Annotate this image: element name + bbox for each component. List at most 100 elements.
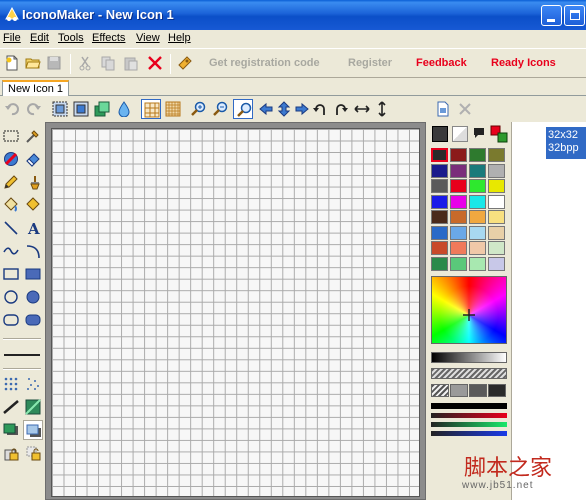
select-all-button[interactable] (50, 99, 70, 119)
line-tool[interactable] (1, 218, 21, 238)
arc-tool[interactable] (23, 241, 43, 261)
color-swatch[interactable] (431, 210, 448, 224)
fill-tool[interactable] (1, 195, 21, 215)
brush-tool[interactable] (23, 172, 43, 192)
rounded-rect-tool[interactable] (1, 310, 21, 330)
color-swatch[interactable] (469, 163, 486, 178)
swap-colors-icon[interactable] (490, 125, 508, 143)
layers-button[interactable] (92, 99, 112, 119)
new-file-icon[interactable] (4, 55, 20, 71)
color-swatch[interactable] (450, 241, 467, 255)
filled-ellipse-tool[interactable] (23, 287, 43, 307)
text-tool[interactable]: A (23, 218, 43, 238)
cut-icon[interactable] (77, 55, 93, 71)
undo-button[interactable] (2, 99, 22, 119)
color-swatch[interactable] (488, 225, 505, 240)
color-spectrum[interactable] (431, 276, 507, 344)
rect-select-tool[interactable] (1, 126, 21, 146)
red-channel-slider[interactable] (431, 413, 507, 418)
unlock-alpha-tool[interactable] (23, 443, 43, 463)
menu-effects[interactable]: Effects (92, 32, 125, 44)
color-swatch[interactable] (450, 194, 467, 209)
gray-swatch[interactable] (488, 384, 506, 397)
pixel-grid-button[interactable] (163, 99, 183, 119)
color-swatch[interactable] (450, 256, 467, 271)
rotate-left-button[interactable] (310, 99, 330, 119)
spray-fine-tool[interactable] (1, 374, 21, 394)
show-grid-button[interactable] (141, 99, 161, 119)
delete-format-button[interactable] (455, 99, 475, 119)
zoom-actual-button[interactable] (233, 99, 253, 119)
color-replace-tool[interactable] (1, 149, 21, 169)
filled-rounded-rect-tool[interactable] (23, 310, 43, 330)
format-item-32x32[interactable]: 32x32 32bpp (546, 127, 586, 159)
alpha-bar-black[interactable] (431, 403, 507, 409)
background-color[interactable] (452, 126, 468, 142)
pattern-slider[interactable] (431, 368, 507, 379)
color-swatch[interactable] (431, 163, 448, 178)
color-swatch[interactable] (450, 179, 467, 193)
color-swatch[interactable] (431, 148, 448, 162)
line-style-tool[interactable] (1, 397, 21, 417)
color-swatch[interactable] (450, 163, 467, 178)
open-folder-icon[interactable] (25, 55, 41, 71)
flip-horizontal-button[interactable] (352, 99, 372, 119)
color-swatch[interactable] (469, 179, 486, 193)
rectangle-tool[interactable] (1, 264, 21, 284)
gradient-fill-tool[interactable] (23, 195, 43, 215)
menu-view[interactable]: View (136, 32, 160, 44)
minimize-button[interactable] (541, 5, 562, 26)
color-swatch[interactable] (488, 148, 505, 162)
color-swatch[interactable] (469, 225, 486, 240)
crop-button[interactable] (71, 99, 91, 119)
color-swatch[interactable] (431, 179, 448, 193)
delete-icon[interactable] (147, 55, 163, 71)
color-swatch[interactable] (469, 148, 486, 162)
color-swatch[interactable] (431, 194, 448, 209)
color-swatch[interactable] (469, 210, 486, 224)
maximize-button[interactable] (564, 5, 585, 26)
color-swatch[interactable] (488, 179, 505, 193)
filled-rectangle-tool[interactable] (23, 264, 43, 284)
eyedropper-tool[interactable] (23, 126, 43, 146)
register-button[interactable]: Register (348, 57, 392, 69)
color-swatch[interactable] (431, 241, 448, 255)
move-right-button[interactable] (292, 99, 312, 119)
color-swatch[interactable] (488, 163, 505, 178)
rotate-right-button[interactable] (331, 99, 351, 119)
color-swatch[interactable] (469, 241, 486, 255)
gray-swatch[interactable] (469, 384, 487, 397)
menu-file[interactable]: File (3, 32, 21, 44)
fill-drop-button[interactable] (114, 99, 134, 119)
lock-alpha-tool[interactable] (1, 443, 21, 463)
color-swatch[interactable] (469, 194, 486, 209)
color-swatch[interactable] (450, 148, 467, 162)
transparent-shadow-tool[interactable] (23, 420, 43, 440)
move-left-button[interactable] (256, 99, 276, 119)
blue-channel-slider[interactable] (431, 431, 507, 436)
color-swatch[interactable] (488, 241, 505, 255)
get-registration-code-button[interactable]: Get registration code (209, 57, 320, 69)
shadow-tool[interactable] (1, 420, 21, 440)
color-swatch[interactable] (450, 210, 467, 224)
color-swatch[interactable] (469, 256, 486, 271)
brightness-slider[interactable] (431, 352, 507, 363)
ellipse-tool[interactable] (1, 287, 21, 307)
line-width-selector[interactable] (1, 345, 43, 365)
redo-button[interactable] (24, 99, 44, 119)
shape-fill-tool[interactable] (23, 397, 43, 417)
color-swatch[interactable] (450, 225, 467, 240)
copy-icon[interactable] (100, 55, 116, 71)
flip-vertical-button[interactable] (372, 99, 392, 119)
move-up-down-button[interactable] (274, 99, 294, 119)
menu-help[interactable]: Help (168, 32, 191, 44)
menu-edit[interactable]: Edit (30, 32, 49, 44)
menu-tools[interactable]: Tools (58, 32, 84, 44)
gray-swatch[interactable] (431, 384, 449, 397)
green-channel-slider[interactable] (431, 422, 507, 427)
new-format-button[interactable] (433, 99, 453, 119)
zoom-out-button[interactable] (210, 99, 230, 119)
gray-swatch[interactable] (450, 384, 468, 397)
ready-icons-button[interactable]: Ready Icons (491, 57, 556, 69)
tab-new-icon-1[interactable]: New Icon 1 (2, 80, 70, 97)
